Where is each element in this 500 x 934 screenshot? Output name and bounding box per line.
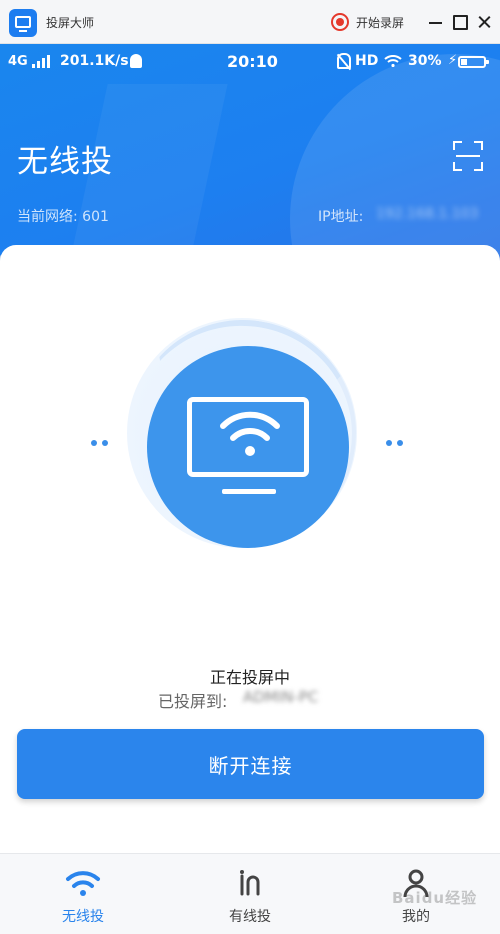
app-header: 4G 201.1K/s 20:10 HD 30% ⚡ 无线投 当前网络: 601… [0, 44, 500, 274]
ip-address: 192.168.1.103 [376, 206, 479, 222]
status-bar: 4G 201.1K/s 20:10 HD 30% ⚡ [0, 52, 500, 72]
close-window-button[interactable] [475, 12, 495, 32]
signal-dots-right [386, 440, 406, 446]
notification-bell-icon [130, 54, 142, 68]
hd-indicator: HD [355, 53, 379, 69]
wifi-icon [66, 871, 100, 896]
nav-label-wireless: 无线投 [62, 909, 104, 925]
page-title: 无线投 [17, 144, 113, 180]
app-title: 投屏大师 [46, 16, 95, 30]
signal-bars-icon [32, 55, 52, 68]
signal-dots-left [91, 440, 111, 446]
window-titlebar: 投屏大师 开始录屏 [0, 0, 500, 44]
charging-bolt-icon: ⚡ [448, 53, 458, 68]
clock: 20:10 [227, 52, 278, 71]
nav-item-wired[interactable]: 有线投 [167, 854, 333, 934]
tv-wifi-icon [220, 411, 280, 456]
wifi-icon [384, 55, 402, 67]
scan-button[interactable] [452, 140, 484, 172]
tv-stand [222, 489, 276, 494]
cast-target-label: 已投屏到: [158, 692, 228, 711]
watermark: Baidu经验 [392, 889, 478, 907]
mute-icon [337, 53, 351, 69]
scan-icon [456, 155, 480, 157]
battery-icon [458, 56, 489, 68]
minimize-button[interactable] [426, 12, 446, 32]
network-type: 4G [8, 54, 28, 69]
ip-label: IP地址: [318, 209, 364, 225]
app-logo-icon [9, 9, 37, 37]
maximize-button[interactable] [450, 12, 470, 32]
start-recording-label: 开始录屏 [356, 15, 405, 30]
record-icon [331, 13, 349, 31]
cable-icon [240, 870, 260, 896]
start-recording-button[interactable]: 开始录屏 [331, 12, 404, 32]
cast-target-device: ADMIN-PC [243, 688, 319, 706]
network-speed: 201.1K/s [60, 53, 129, 69]
nav-label-profile: 我的 [402, 909, 430, 925]
current-network: 当前网络: 601 [17, 209, 109, 225]
disconnect-button[interactable]: 断开连接 [17, 729, 484, 799]
battery-percent: 30% [408, 53, 442, 69]
nav-item-wireless[interactable]: 无线投 [0, 854, 166, 934]
nav-label-wired: 有线投 [229, 909, 271, 925]
cast-status: 正在投屏中 [209, 668, 290, 687]
